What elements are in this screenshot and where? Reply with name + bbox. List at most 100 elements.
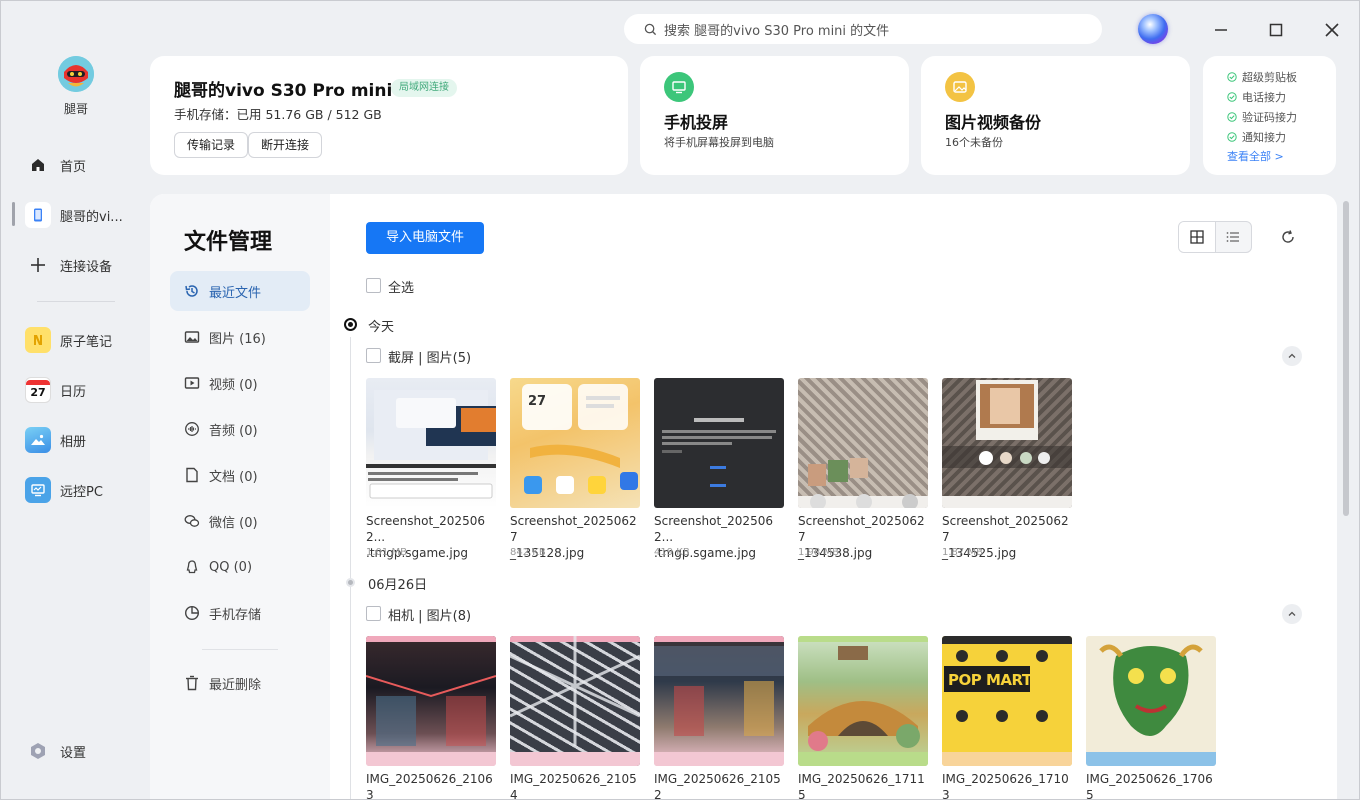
list-view-button[interactable] (1216, 222, 1252, 252)
group-checkbox[interactable] (366, 606, 381, 621)
grid-icon (1190, 230, 1204, 244)
nav-album-label: 相册 (60, 434, 87, 450)
refresh-button[interactable] (1278, 227, 1298, 247)
group-date: 今天 (368, 320, 395, 335)
nav-remote-pc[interactable]: 远控PC (25, 476, 103, 504)
recently-deleted-label: 最近删除 (209, 677, 262, 693)
file-thumbnail[interactable]: POP MART (942, 636, 1072, 766)
trash-icon (186, 675, 198, 691)
disconnect-button[interactable]: 断开连接 (248, 132, 323, 158)
minimize-icon (1215, 29, 1227, 31)
image-icon (184, 331, 200, 343)
backup-card[interactable]: 图片视频备份 16个未备份 (921, 56, 1190, 175)
maximize-button[interactable] (1263, 17, 1289, 43)
nav-notes-label: 原子笔记 (60, 334, 113, 350)
file-size: 1.87 MB (942, 547, 983, 558)
view-all-link[interactable]: 查看全部 > (1227, 148, 1284, 164)
file-thumbnail[interactable] (654, 378, 784, 508)
gallery-backup-icon (945, 72, 975, 102)
nav-calendar[interactable]: 27 日历 (25, 376, 86, 404)
category-wechat[interactable]: 微信 (0) (170, 501, 310, 541)
group-title: 相机 | 图片(8) (388, 609, 472, 624)
file-name: IMG_20250626_21052 8.jpg (654, 772, 781, 800)
category-phone-storage[interactable]: 手机存储 (170, 593, 310, 633)
username: 腿哥 (63, 102, 88, 116)
plus-icon (25, 252, 51, 278)
category-recent[interactable]: 最近文件 (170, 271, 310, 311)
avatar-image (58, 56, 94, 92)
feature-label: 通知接力 (1242, 131, 1286, 144)
nav-connect-device[interactable]: 连接设备 (25, 251, 112, 279)
category-label: 视频 (0) (209, 377, 258, 393)
connection-badge: 局域网连接 (391, 79, 457, 97)
file-thumbnail[interactable]: 27 (510, 378, 640, 508)
nav-settings[interactable]: 设置 (25, 737, 86, 765)
nav-device[interactable]: 腿哥的vi... (25, 201, 123, 229)
transfer-history-button[interactable]: 传输记录 (174, 132, 249, 158)
category-label: 音频 (0) (209, 423, 258, 439)
wechat-icon (184, 515, 200, 527)
check-circle-icon (1227, 112, 1237, 122)
nav-album[interactable]: 相册 (25, 426, 86, 454)
file-size: 1.01 MB (366, 547, 407, 558)
feature-item: 超级剪贴板 (1227, 69, 1297, 85)
import-pc-files-button[interactable]: 导入电脑文件 (366, 222, 484, 254)
timeline-line (350, 337, 351, 799)
search-placeholder: 搜索 腿哥的vivo S30 Pro mini 的文件 (664, 23, 890, 39)
file-thumbnail[interactable] (942, 378, 1072, 508)
nav-device-label: 腿哥的vi... (60, 209, 123, 225)
settings-icon (25, 738, 51, 764)
file-thumbnail[interactable] (1086, 636, 1216, 766)
check-circle-icon (1227, 132, 1237, 142)
collapse-group-button[interactable] (1282, 346, 1302, 366)
file-size: 842 KB (510, 547, 546, 558)
file-thumbnail[interactable] (654, 636, 784, 766)
file-thumbnail[interactable] (798, 378, 928, 508)
group-checkbox[interactable] (366, 348, 381, 363)
category-label: 手机存储 (209, 607, 262, 623)
file-thumbnail[interactable] (366, 636, 496, 766)
screen-cast-card[interactable]: 手机投屏 将手机屏幕投屏到电脑 (640, 56, 909, 175)
minimize-button[interactable] (1208, 17, 1234, 43)
avatar[interactable] (58, 56, 94, 92)
file-name: IMG_20250626_21054 7.jpg (510, 772, 637, 800)
file-size: 1.98 MB (798, 547, 839, 558)
nav-connect-label: 连接设备 (60, 259, 113, 275)
remote-pc-icon (25, 477, 51, 503)
select-all-checkbox[interactable] (366, 278, 381, 293)
view-mode-toggle (1178, 221, 1252, 253)
feature-label: 超级剪贴板 (1242, 71, 1297, 84)
file-thumbnail[interactable] (510, 636, 640, 766)
grid-view-button[interactable] (1179, 222, 1216, 252)
file-thumbnail[interactable] (798, 636, 928, 766)
category-documents[interactable]: 文档 (0) (170, 455, 310, 495)
storage-usage: 手机存储：已用 51.76 GB / 512 GB (174, 107, 382, 122)
screen-cast-icon (664, 72, 694, 102)
timeline-dot (346, 578, 355, 587)
category-label: QQ (0) (209, 559, 253, 575)
home-icon (25, 152, 51, 178)
category-divider (202, 649, 278, 650)
maximize-icon (1269, 23, 1283, 37)
category-qq[interactable]: QQ (0) (170, 547, 310, 587)
file-thumbnail[interactable] (366, 378, 496, 508)
refresh-icon (1282, 230, 1294, 243)
recently-deleted[interactable]: 最近删除 (170, 663, 310, 703)
scrollbar-thumb[interactable] (1343, 201, 1349, 516)
file-size: 419 KB (654, 547, 690, 558)
category-label: 文档 (0) (209, 469, 258, 485)
screen-cast-title: 手机投屏 (664, 113, 729, 132)
assistant-orb-icon[interactable] (1138, 14, 1168, 44)
chevron-up-icon (1288, 353, 1296, 358)
nav-home[interactable]: 首页 (25, 151, 86, 179)
close-button[interactable] (1319, 17, 1345, 43)
category-label: 微信 (0) (209, 515, 258, 531)
collapse-group-button[interactable] (1282, 604, 1302, 624)
category-videos[interactable]: 视频 (0) (170, 363, 310, 403)
search-bar[interactable]: 搜索 腿哥的vivo S30 Pro mini 的文件 (624, 14, 1102, 44)
category-images[interactable]: 图片 (16) (170, 317, 310, 357)
category-audio[interactable]: 音频 (0) (170, 409, 310, 449)
video-icon (184, 377, 200, 389)
feature-item: 电话接力 (1227, 89, 1286, 105)
nav-notes[interactable]: 原子笔记 (25, 326, 112, 354)
